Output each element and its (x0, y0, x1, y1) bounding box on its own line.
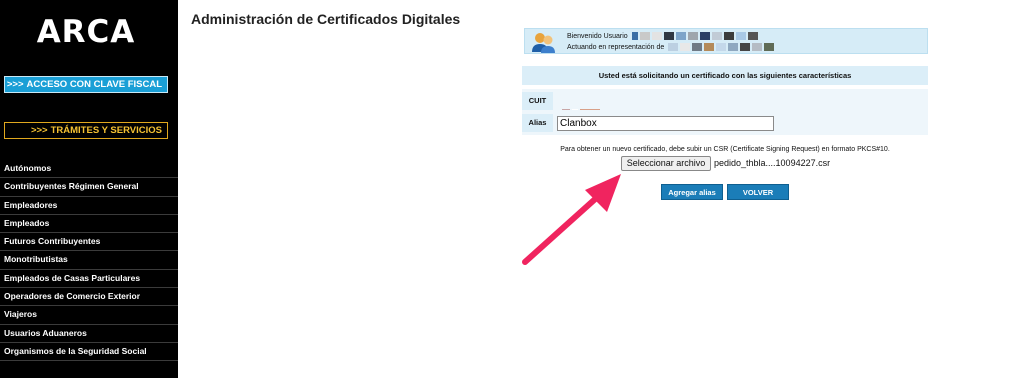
redaction-block (699, 32, 710, 40)
alias-row: Alias (522, 111, 928, 135)
tramites-servicios-label: TRÁMITES Y SERVICIOS (50, 125, 162, 136)
sidebar-item-empleados-casas-particulares[interactable]: Empleados de Casas Particulares (0, 270, 178, 289)
pink-arrow-icon (522, 174, 621, 265)
sidebar-item-viajeros[interactable]: Viajeros (0, 306, 178, 325)
redaction-block (723, 32, 734, 40)
redaction-block (680, 43, 691, 51)
selected-file-name: pedido_thbla....10094227.csr (714, 158, 831, 168)
sidebar-item-organismos-seguridad-social[interactable]: Organismos de la Seguridad Social (0, 343, 178, 362)
sidebar-item-empleados[interactable]: Empleados (0, 215, 178, 234)
redaction-block (663, 32, 674, 40)
sidebar-item-usuarios-aduaneros[interactable]: Usuarios Aduaneros (0, 325, 178, 343)
redaction-block (740, 43, 751, 51)
arca-logo[interactable]: ARCA (0, 14, 172, 50)
redaction-block (764, 43, 775, 51)
redaction-block (711, 32, 722, 40)
welcome-user-line: Bienvenido Usuario (567, 32, 758, 40)
acceso-clave-fiscal-button[interactable]: >>> ACCESO CON CLAVE FISCAL (4, 76, 168, 93)
redaction-block (668, 43, 679, 51)
user-group-icon (532, 33, 555, 53)
acceso-clave-fiscal-label: ACCESO CON CLAVE FISCAL (26, 79, 162, 90)
cuit-label: CUIT (522, 92, 553, 110)
cuit-row: CUIT (522, 89, 928, 113)
arrows-glyph: >>> (6, 79, 24, 90)
sidebar-item-monotributistas[interactable]: Monotributistas (0, 251, 178, 270)
redacted-user-name (631, 32, 638, 40)
representation-line: Actuando en representación de (567, 43, 775, 51)
redaction-block (752, 43, 763, 51)
redaction-block (735, 32, 746, 40)
welcome-panel: Bienvenido Usuario Actuando en represent… (524, 28, 928, 54)
sidebar-item-empleadores[interactable]: Empleadores (0, 197, 178, 215)
sidebar-nav: Autónomos Contribuyentes Régimen General… (0, 160, 178, 362)
volver-button[interactable]: VOLVER (727, 184, 789, 200)
sidebar-item-autonomos[interactable]: Autónomos (0, 160, 178, 179)
sidebar-item-operadores-comercio-exterior[interactable]: Operadores de Comercio Exterior (0, 288, 178, 307)
page-title: Administración de Certificados Digitales (191, 11, 461, 27)
redaction-block (716, 43, 727, 51)
representation-label: Actuando en representación de (567, 43, 665, 51)
redaction-block (639, 32, 650, 40)
redaction-block (747, 32, 758, 40)
redaction-block (687, 32, 698, 40)
arrows-glyph: >>> (30, 125, 48, 136)
alias-input[interactable] (557, 116, 774, 131)
tramites-servicios-button[interactable]: >>> TRÁMITES Y SERVICIOS (4, 122, 168, 139)
request-header: Usted está solicitando un certificado co… (522, 66, 928, 85)
csr-instructions: Para obtener un nuevo certificado, debe … (560, 146, 890, 153)
welcome-user-label: Bienvenido Usuario (567, 32, 628, 40)
sidebar: ARCA >>> ACCESO CON CLAVE FISCAL >>> TRÁMI… (0, 0, 178, 378)
sidebar-item-futuros-contribuyentes[interactable]: Futuros Contribuyentes (0, 233, 178, 252)
alias-label: Alias (522, 114, 553, 132)
redaction-block (704, 43, 715, 51)
redaction-block (651, 32, 662, 40)
redaction-block (692, 43, 703, 51)
redaction-block (728, 43, 739, 51)
redaction-block (675, 32, 686, 40)
agregar-alias-button[interactable]: Agregar alias (661, 184, 723, 200)
sidebar-item-contribuyentes-regimen-general[interactable]: Contribuyentes Régimen General (0, 178, 178, 197)
